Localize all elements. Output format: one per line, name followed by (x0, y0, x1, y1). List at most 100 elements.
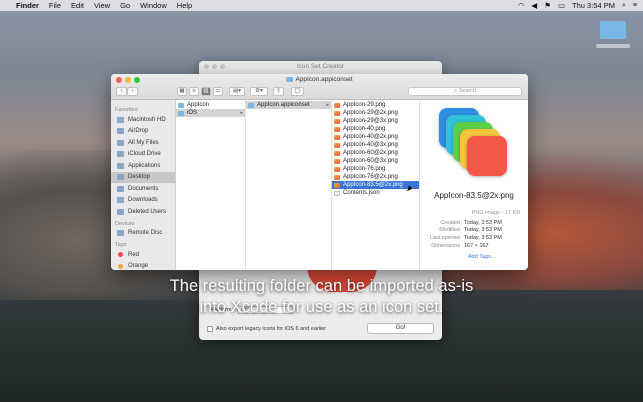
sidebar-tag-red[interactable]: Red (111, 249, 175, 261)
sidebar-item-label: Deleted Users (128, 208, 167, 215)
caption-line-1: The resulting folder can be imported as-… (169, 277, 474, 295)
notification-center-icon[interactable]: ≡ (633, 2, 637, 9)
json-file-icon (334, 190, 340, 196)
metadata-value: Today, 3:53 PM (464, 219, 502, 226)
file-row[interactable]: AppIcon-76@2x.png (332, 173, 419, 181)
desktop-folder-icon[interactable] (600, 21, 626, 39)
file-row[interactable]: Contents.json (332, 189, 419, 197)
sidebar-item-label: Orange (128, 263, 149, 270)
flag-icon[interactable]: ⚑ (544, 1, 551, 10)
folder-icon (178, 102, 184, 108)
file-name: AppIcon-76.png (343, 166, 386, 172)
icon-view-button[interactable]: ▦ (177, 87, 187, 96)
spotlight-icon[interactable]: ⌕ (622, 2, 626, 10)
close-button[interactable] (204, 64, 209, 69)
legacy-icons-label: Also export legacy icons for iOS 6 and e… (216, 326, 327, 332)
file-name: AppIcon-40@3x.png (343, 142, 398, 148)
file-row[interactable]: AppIcon-40@3x.png (332, 141, 419, 149)
wifi-icon[interactable]: ◠ (518, 1, 525, 10)
finder-column-1: AppIcon iOS ▸ (176, 100, 246, 270)
list-view-button[interactable]: ≡ (189, 87, 199, 96)
menu-go[interactable]: Go (120, 1, 130, 10)
metadata-value: 167 × 167 (464, 242, 489, 249)
menu-edit[interactable]: Edit (71, 1, 84, 10)
tags-button[interactable]: ◯ (291, 87, 304, 96)
finder-sidebar: Favorites Macintosh HD AirDrop All My File… (111, 100, 176, 270)
file-name: AppIcon-29.png (343, 102, 386, 108)
sidebar-item-label: Red (128, 251, 140, 258)
sidebar-item-deleted-users[interactable]: Deleted Users (111, 206, 175, 218)
sidebar-item-applications[interactable]: Applications (111, 160, 175, 172)
file-row[interactable]: AppIcon-40@2x.png (332, 133, 419, 141)
menu-view[interactable]: View (94, 1, 110, 10)
cover-flow-button[interactable]: ▭ (213, 87, 223, 96)
cloud-icon (117, 151, 124, 158)
sidebar-item-all-my-files[interactable]: All My Files (111, 137, 175, 149)
metadata-key: Modified (439, 227, 460, 234)
png-file-icon (334, 118, 340, 124)
file-row[interactable]: AppIcon-29.png (332, 101, 419, 109)
go-button[interactable]: Go! (367, 323, 434, 334)
icon-set-creator-titlebar: Icon Set Creator (199, 61, 442, 72)
sidebar-item-label: iCloud Drive (128, 151, 161, 158)
menu-file[interactable]: File (49, 1, 61, 10)
file-name: AppIcon-60@3x.png (343, 158, 398, 164)
battery-icon[interactable]: ▭ (558, 1, 565, 10)
file-row[interactable]: AppIcon-60@2x.png (332, 149, 419, 157)
list-item[interactable]: AppIcon.appiconset ▸ (246, 101, 331, 109)
action-gear-button[interactable]: ⚙▾ (250, 87, 268, 96)
finder-column-2: AppIcon.appiconset ▸ (246, 100, 332, 270)
column-view-button[interactable]: ▥ (201, 87, 211, 96)
disc-icon (117, 230, 124, 237)
search-icon: ⌕ (453, 88, 458, 94)
file-name: Contents.json (343, 190, 380, 196)
sidebar-item-downloads[interactable]: Downloads (111, 195, 175, 207)
metadata-row: Last opened Today, 3:53 PM (420, 234, 528, 242)
list-item[interactable]: AppIcon (176, 101, 245, 109)
file-row[interactable]: AppIcon-76.png (332, 165, 419, 173)
menu-help[interactable]: Help (177, 1, 192, 10)
zoom-button[interactable] (220, 64, 225, 69)
file-name: AppIcon-40@2x.png (343, 134, 398, 140)
file-row[interactable]: AppIcon-60@3x.png (332, 157, 419, 165)
sidebar-item-label: Macintosh HD (128, 116, 166, 123)
minimize-button[interactable] (212, 64, 217, 69)
metadata-row: Dimensions 167 × 167 (420, 242, 528, 250)
file-row[interactable]: AppIcon-40.png (332, 125, 419, 133)
tag-dot-icon (118, 252, 123, 258)
add-tags-link[interactable]: Add Tags… (468, 254, 496, 260)
preview-kind-size: PNG image - 17 KB (471, 210, 520, 216)
hard-drive-icon (117, 116, 124, 123)
file-row[interactable]: AppIcon-29@2x.png (332, 109, 419, 117)
back-button[interactable]: ‹ (116, 87, 127, 96)
menu-app-name[interactable]: Finder (16, 1, 39, 10)
sidebar-tag-orange[interactable]: Orange (111, 261, 175, 271)
arrange-button[interactable]: ▤▾ (229, 87, 245, 96)
metadata-row: Modified Today, 3:53 PM (420, 227, 528, 235)
menu-window[interactable]: Window (140, 1, 167, 10)
sidebar-item-label: AirDrop (128, 128, 149, 135)
sidebar-item-icloud-drive[interactable]: iCloud Drive (111, 149, 175, 161)
search-input[interactable]: ⌕ Search (408, 87, 522, 96)
folder-icon (178, 110, 184, 116)
sidebar-item-airdrop[interactable]: AirDrop (111, 126, 175, 138)
app-icon-stack-image (439, 108, 509, 176)
finder-title: AppIcon.appiconset (295, 76, 353, 83)
sidebar-item-label: Applications (128, 162, 161, 169)
volume-icon[interactable]: ◀ (531, 1, 537, 10)
file-row[interactable]: AppIcon-83.5@2x.png (332, 181, 419, 189)
applications-icon (117, 162, 124, 169)
sidebar-favorites-heading: Favorites (115, 107, 138, 113)
sidebar-item-documents[interactable]: Documents (111, 183, 175, 195)
share-button[interactable]: ⇪ (273, 87, 284, 96)
finder-window: AppIcon.appiconset ‹ › ▦ ≡ ▥ ▭ ▤▾ ⚙▾ ⇪ ◯… (111, 74, 528, 270)
sidebar-item-macintosh-hd[interactable]: Macintosh HD (111, 114, 175, 126)
forward-button[interactable]: › (127, 87, 138, 96)
sidebar-item-desktop[interactable]: Desktop (111, 171, 175, 183)
list-item[interactable]: iOS ▸ (176, 109, 245, 117)
file-row[interactable]: AppIcon-29@3x.png (332, 117, 419, 125)
sidebar-item-remote-disc[interactable]: Remote Disc (111, 228, 175, 240)
legacy-icons-checkbox[interactable] (207, 326, 213, 332)
menu-clock[interactable]: Thu 3:54 PM (572, 1, 615, 10)
icon-layer (467, 136, 507, 176)
